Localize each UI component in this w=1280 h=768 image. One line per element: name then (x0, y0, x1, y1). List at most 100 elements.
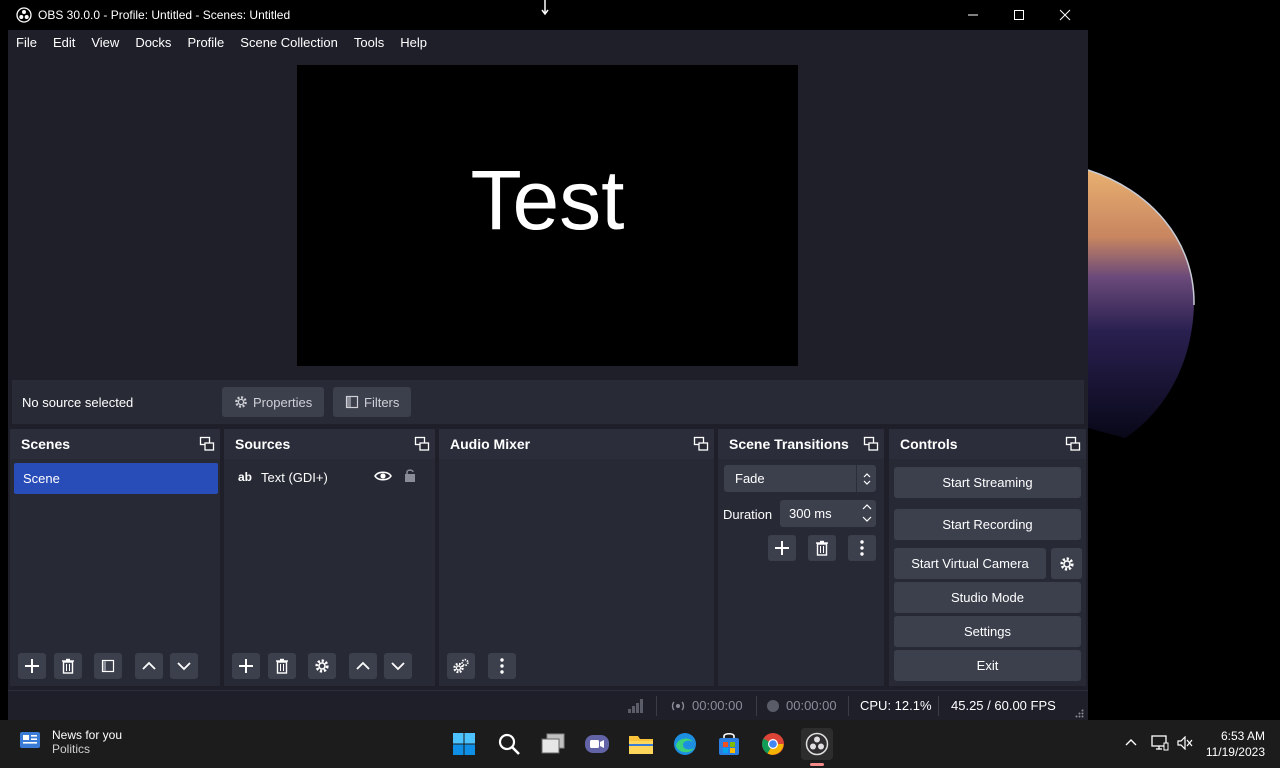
menu-tools[interactable]: Tools (346, 30, 392, 56)
active-app-indicator (810, 763, 824, 766)
show-hidden-icons-icon[interactable] (1125, 738, 1137, 746)
minimize-button[interactable] (950, 0, 996, 30)
start-recording-button[interactable]: Start Recording (894, 509, 1081, 540)
trash-icon (62, 658, 74, 674)
plus-icon (775, 541, 789, 555)
more-vertical-icon (500, 658, 504, 674)
remove-source-button[interactable] (268, 653, 296, 679)
add-transition-button[interactable] (768, 535, 796, 561)
status-divider (756, 696, 757, 716)
visibility-eye-icon[interactable] (374, 469, 392, 483)
undock-icon[interactable] (693, 436, 709, 452)
add-source-button[interactable] (232, 653, 260, 679)
audio-mixer-body (439, 459, 714, 686)
move-source-up-button[interactable] (349, 653, 377, 679)
scene-filters-button[interactable] (94, 653, 122, 679)
chevron-down-icon (391, 662, 405, 671)
menu-help[interactable]: Help (392, 30, 435, 56)
studio-mode-button[interactable]: Studio Mode (894, 582, 1081, 613)
store-icon (719, 732, 739, 755)
text-source-icon: ab (238, 470, 253, 484)
menu-scene-collection[interactable]: Scene Collection (232, 30, 346, 56)
undock-icon[interactable] (1065, 436, 1081, 452)
filter-icon (345, 395, 359, 409)
news-subtitle: Politics (52, 742, 91, 756)
add-scene-button[interactable] (18, 653, 46, 679)
remove-transition-button[interactable] (808, 535, 836, 561)
broadcast-icon (671, 701, 685, 710)
settings-button[interactable]: Settings (894, 616, 1081, 647)
scene-item[interactable]: Scene (14, 463, 218, 494)
source-status-label: No source selected (22, 395, 134, 410)
preview-canvas[interactable]: Test (297, 65, 798, 366)
menu-profile[interactable]: Profile (179, 30, 232, 56)
audio-mixer-dock-header: Audio Mixer (439, 429, 714, 459)
volume-muted-icon[interactable] (1177, 736, 1193, 750)
fps-text: 45.25 / 60.00 FPS (951, 698, 1056, 713)
scene-transitions-body: Fade Duration 300 ms (718, 459, 884, 686)
menu-file[interactable]: File (8, 30, 45, 56)
file-explorer-button[interactable] (625, 728, 657, 760)
obs-window: OBS 30.0.0 - Profile: Untitled - Scenes:… (8, 0, 1088, 720)
windows-logo-icon (453, 733, 475, 755)
spin-arrows-icon[interactable] (862, 502, 872, 524)
audio-mixer-dock-title: Audio Mixer (450, 436, 531, 452)
filters-button[interactable]: Filters (333, 387, 412, 417)
news-text: News for you Politics (52, 728, 122, 756)
news-title: News for you (52, 728, 123, 742)
transition-select[interactable]: Fade (724, 465, 876, 492)
edge-button[interactable] (669, 728, 701, 760)
scenes-list: Scene (10, 459, 220, 686)
exit-button[interactable]: Exit (894, 650, 1081, 681)
chrome-browser-icon (762, 733, 784, 755)
menu-edit[interactable]: Edit (45, 30, 83, 56)
start-streaming-button[interactable]: Start Streaming (894, 467, 1081, 498)
obs-taskbar-button[interactable] (801, 728, 833, 766)
duration-value: 300 ms (789, 506, 832, 521)
task-view-button[interactable] (537, 728, 569, 760)
move-scene-down-button[interactable] (170, 653, 198, 679)
menu-view[interactable]: View (83, 30, 127, 56)
move-scene-up-button[interactable] (135, 653, 163, 679)
chevron-up-icon (356, 661, 370, 670)
sources-list: ab Text (GDI+) (224, 459, 435, 686)
start-virtual-camera-button[interactable]: Start Virtual Camera (894, 548, 1046, 579)
menu-docks[interactable]: Docks (127, 30, 179, 56)
lock-icon[interactable] (404, 468, 416, 483)
scene-transitions-dock-title: Scene Transitions (729, 436, 849, 452)
window-title: OBS 30.0.0 - Profile: Untitled - Scenes:… (38, 8, 291, 22)
chrome-button[interactable] (757, 728, 789, 760)
source-properties-button[interactable] (308, 653, 336, 679)
controls-body: Start Streaming Start Recording Start Vi… (889, 459, 1086, 686)
properties-button[interactable]: Properties (222, 387, 325, 417)
news-icon (20, 732, 40, 748)
properties-label: Properties (253, 394, 313, 410)
controls-dock-title: Controls (900, 436, 958, 452)
teams-button[interactable] (581, 728, 613, 760)
duration-spinbox[interactable]: 300 ms (780, 500, 876, 527)
source-item[interactable]: ab Text (GDI+) (228, 462, 428, 492)
taskbar-clock[interactable]: 6:53 AM 11/19/2023 (1206, 728, 1265, 760)
advanced-audio-properties-button[interactable] (447, 653, 475, 679)
undock-icon[interactable] (199, 436, 215, 452)
stream-time: 00:00:00 (692, 698, 743, 713)
task-view-icon (541, 733, 565, 754)
store-button[interactable] (713, 728, 745, 760)
search-button[interactable] (493, 728, 525, 760)
network-icon[interactable] (1151, 735, 1169, 751)
close-button[interactable] (1042, 0, 1088, 30)
virtual-camera-settings-button[interactable] (1051, 548, 1082, 579)
gear-icon (1059, 556, 1074, 571)
trash-icon (276, 658, 288, 674)
undock-icon[interactable] (863, 436, 879, 452)
news-widget[interactable]: News for you Politics (18, 728, 122, 756)
start-button[interactable] (448, 728, 480, 760)
resize-grip-icon[interactable] (1075, 709, 1084, 718)
transition-menu-button[interactable] (848, 535, 876, 561)
remove-scene-button[interactable] (54, 653, 82, 679)
undock-icon[interactable] (414, 436, 430, 452)
audio-mixer-menu-button[interactable] (488, 653, 516, 679)
move-source-down-button[interactable] (384, 653, 412, 679)
gear-icon (315, 659, 329, 673)
maximize-button[interactable] (996, 0, 1042, 30)
